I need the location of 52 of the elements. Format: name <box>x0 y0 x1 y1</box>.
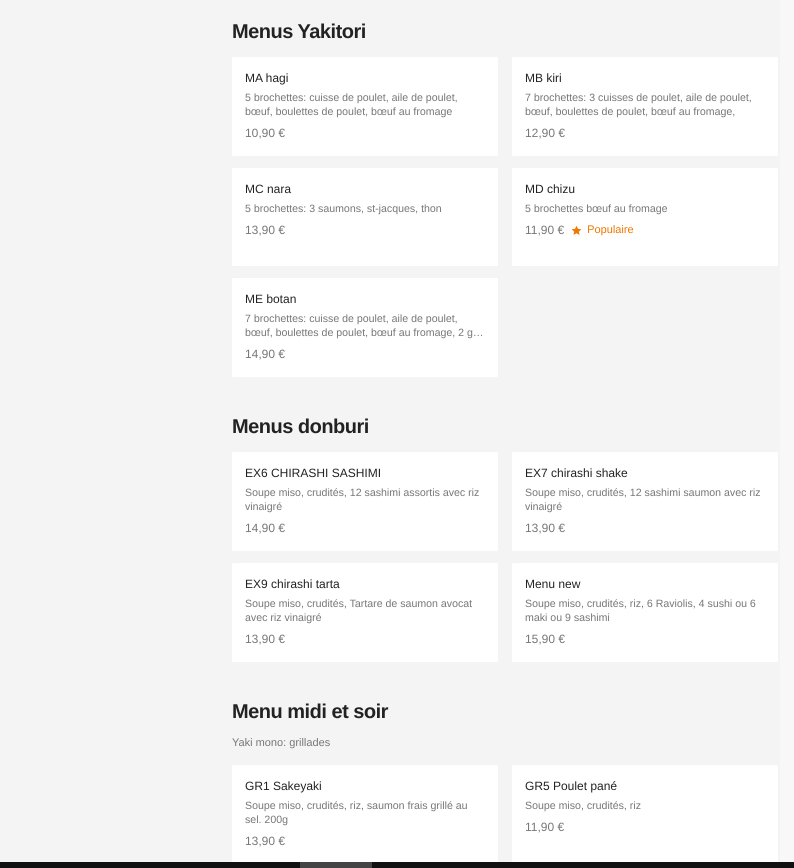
dish-price: 10,90 € <box>245 125 286 142</box>
dish-description: Soupe miso, crudités, riz, saumon frais grillé au sel. 200g <box>245 799 469 827</box>
dish-price: 11,90 € <box>525 819 564 836</box>
dish-name: MC nara <box>245 181 292 198</box>
dish-price: 14,90 € <box>245 346 286 363</box>
dish-description: Soupe miso, crudités, riz, 6 Raviolis, 4 sushi ou 6 maki ou 9 sashimi <box>525 597 757 625</box>
dish-name: MB kiri <box>525 70 563 87</box>
dish-card[interactable]: Menu new Soupe miso, crudités, riz, 6 Raviolis, 4 sushi ou 6 maki ou 9 sashimi 15,90 € <box>512 563 778 662</box>
dish-description: Soupe miso, crudités, riz <box>525 799 642 813</box>
popular-label: Populaire <box>587 223 634 238</box>
dish-card[interactable]: MA hagi 5 brochettes: cuisse de poulet, aile de poulet, bœuf, boulettes de poulet, bœuf au fromage 10,90 € <box>232 57 498 156</box>
dish-description: 5 brochettes: cuisse de poulet, aile de poulet, bœuf, boulettes de poulet, bœuf au fromage <box>245 91 459 119</box>
dish-name: MA hagi <box>245 70 290 87</box>
dish-name: EX7 chirashi shake <box>525 465 629 482</box>
dish-card[interactable]: MB kiri 7 brochettes: 3 cuisses de poulet, aile de poulet, bœuf, boulettes de poulet, bœuf au fromage, 12,90 € <box>512 57 778 156</box>
dish-card[interactable]: MC nara 5 brochettes: 3 saumons, st-jacques, thon 13,90 € <box>232 168 498 266</box>
dish-description: 7 brochettes: 3 cuisses de poulet, aile de poulet, bœuf, boulettes de poulet, bœuf au fromage, <box>525 91 753 119</box>
dish-price: 13,90 € <box>245 833 286 850</box>
dish-price: 12,90 € <box>525 125 566 142</box>
section-title: Menus donburi <box>232 415 370 440</box>
section-title: Menu midi et soir <box>232 700 390 725</box>
dish-name: GR5 Poulet pané <box>525 778 618 795</box>
dish-name: GR1 Sakeyaki <box>245 778 323 795</box>
dish-card[interactable]: GR5 Poulet pané Soupe miso, crudités, riz 11,90 € <box>512 765 778 862</box>
dish-name: ME botan <box>245 291 298 308</box>
dish-price: 15,90 € <box>525 631 566 648</box>
dish-name: MD chizu <box>525 181 576 198</box>
dish-price: 13,90 € <box>245 631 286 648</box>
dish-name: Menu new <box>525 576 582 593</box>
horizontal-scrollbar[interactable] <box>0 862 794 868</box>
dish-price: 14,90 € <box>245 520 286 537</box>
dish-price: 13,90 € <box>525 520 566 537</box>
dish-description: 5 brochettes: 3 saumons, st-jacques, thon <box>245 202 443 216</box>
dish-card[interactable]: ME botan 7 brochettes: cuisse de poulet, aile de poulet, bœuf, boulettes de poulet, bœuf au fromage, 2 g… 14,90 € <box>232 278 498 377</box>
dish-card[interactable]: EX7 chirashi shake Soupe miso, crudités, 12 sashimi saumon avec riz vinaigré 13,90 € <box>512 452 778 551</box>
dish-price: 11,90 € <box>525 222 564 239</box>
dish-description: 7 brochettes: cuisse de poulet, aile de poulet, bœuf, boulettes de poulet, bœuf au fromage, 2 g… <box>245 312 484 340</box>
dish-description: Soupe miso, crudités, 12 sashimi saumon avec riz vinaigré <box>525 486 762 514</box>
dish-description: 5 brochettes bœuf au fromage <box>525 202 669 216</box>
dish-description: Soupe miso, crudités, Tartare de saumon avocat avec riz vinaigré <box>245 597 474 625</box>
dish-description: Soupe miso, crudités, 12 sashimi assortis avec riz vinaigré <box>245 486 480 514</box>
section-subtitle: Yaki mono: grillades <box>232 736 332 750</box>
dish-price: 13,90 € <box>245 222 286 239</box>
dish-name: EX9 chirashi tarta <box>245 576 341 593</box>
dish-card[interactable]: EX6 CHIRASHI SASHIMI Soupe miso, crudités, 12 sashimi assortis avec riz vinaigré 14,90 € <box>232 452 498 551</box>
dish-card[interactable]: MD chizu 5 brochettes bœuf au fromage 11,90 € Populaire <box>512 168 778 266</box>
section-title: Menus Yakitori <box>232 20 367 45</box>
dish-name: EX6 CHIRASHI SASHIMI <box>245 465 382 482</box>
dish-card[interactable]: GR1 Sakeyaki Soupe miso, crudités, riz, saumon frais grillé au sel. 200g 13,90 € <box>232 765 498 862</box>
star-icon <box>571 224 582 236</box>
scrollbar-thumb[interactable] <box>300 862 372 868</box>
dish-card[interactable]: EX9 chirashi tarta Soupe miso, crudités, Tartare de saumon avocat avec riz vinaigré 13,90 € <box>232 563 498 662</box>
